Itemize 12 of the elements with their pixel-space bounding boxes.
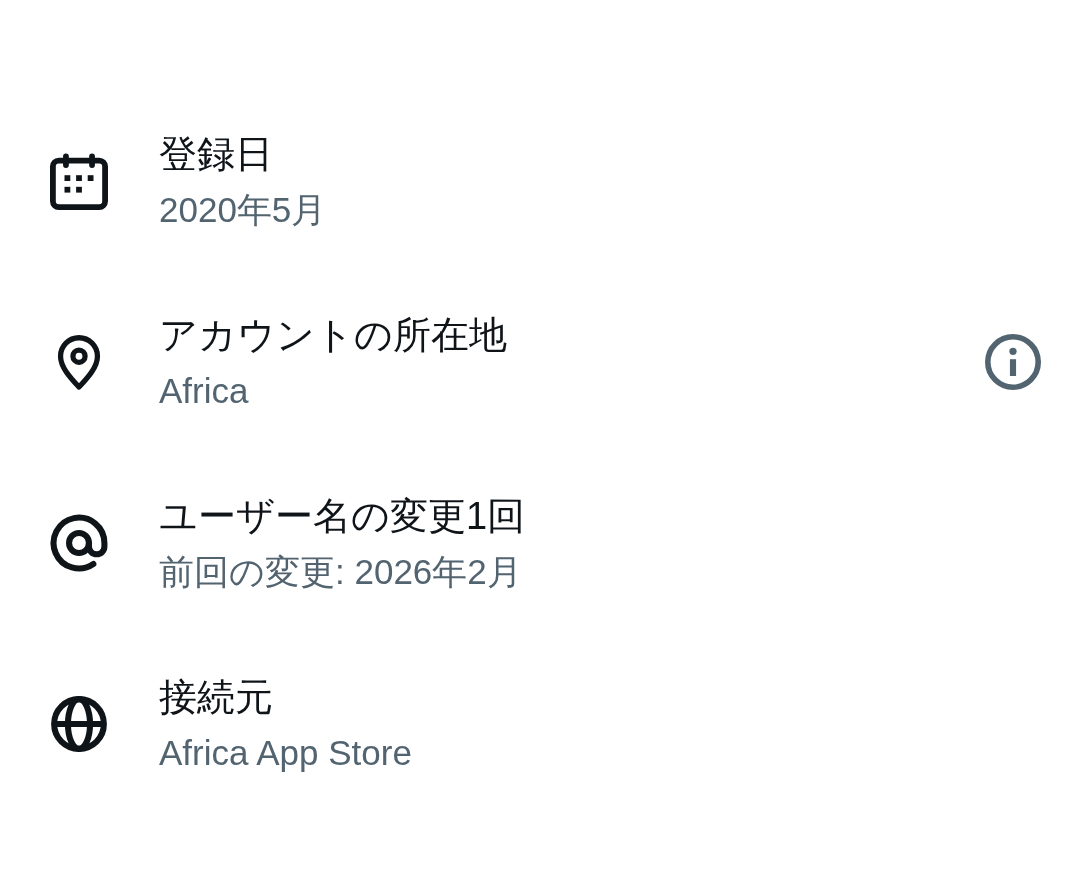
row-title: アカウントの所在地 bbox=[159, 312, 507, 358]
info-icon[interactable] bbox=[985, 333, 1041, 390]
row-detail: 2020年5月 bbox=[159, 188, 327, 231]
row-detail: 前回の変更: 2026年2月 bbox=[159, 550, 522, 593]
row-detail: Africa bbox=[159, 369, 249, 412]
row-title: ユーザー名の変更1回 bbox=[159, 493, 526, 539]
globe-icon bbox=[50, 694, 108, 753]
at-sign-icon bbox=[50, 513, 108, 572]
row-title: 接続元 bbox=[159, 674, 273, 720]
row-title: 登録日 bbox=[159, 131, 273, 177]
calendar-icon bbox=[50, 151, 108, 210]
row-detail: Africa App Store bbox=[159, 731, 412, 774]
